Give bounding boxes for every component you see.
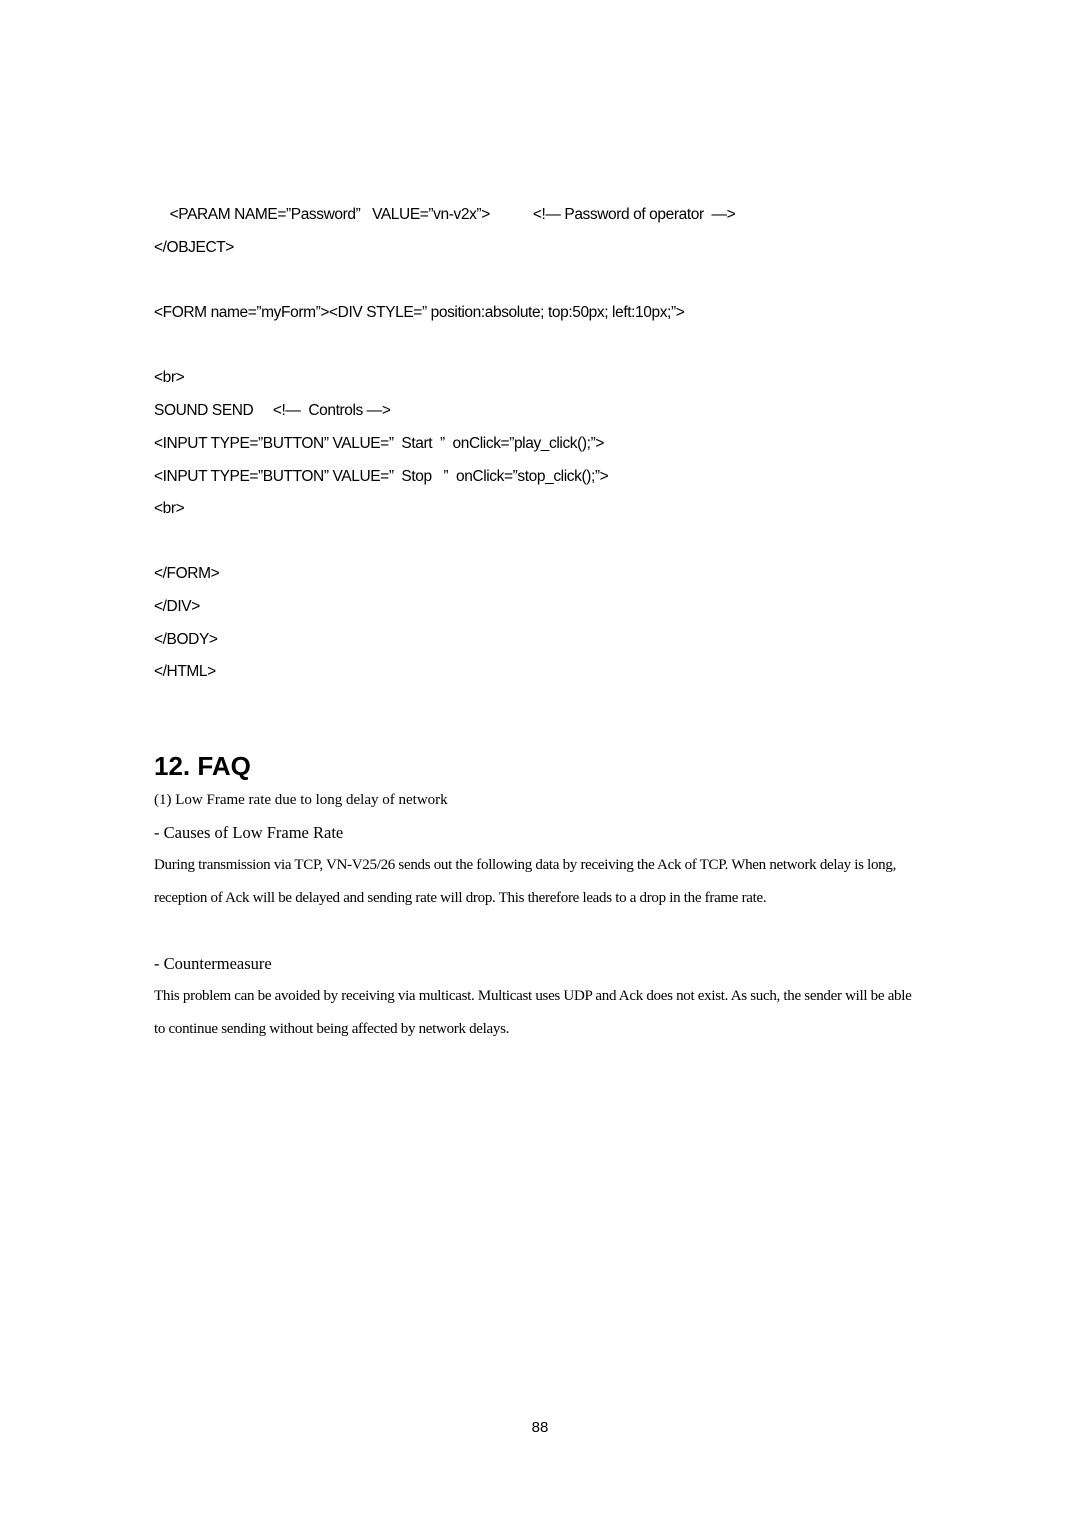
code-line-body-close: </BODY> bbox=[154, 631, 218, 648]
faq-item-title: (1) Low Frame rate due to long delay of … bbox=[154, 792, 448, 808]
code-line-sound-send: SOUND SEND <!— Controls —> bbox=[154, 402, 391, 419]
countermeasure-paragraph: This problem can be avoided by receiving… bbox=[154, 988, 912, 1037]
code-line-input-start: <INPUT TYPE=”BUTTON” VALUE=” Start ” onC… bbox=[154, 435, 604, 452]
causes-paragraph: During transmission via TCP, VN-V25/26 s… bbox=[154, 857, 897, 906]
code-line-br: <br> bbox=[154, 369, 185, 386]
code-line-html-close: </HTML> bbox=[154, 663, 216, 680]
code-line-input-stop: <INPUT TYPE=”BUTTON” VALUE=” Stop ” onCl… bbox=[154, 468, 609, 485]
section-title: 12. FAQ bbox=[154, 751, 251, 781]
code-line-object-close: </OBJECT> bbox=[154, 239, 234, 256]
countermeasure-heading: - Countermeasure bbox=[154, 954, 272, 973]
code-line-div-close: </DIV> bbox=[154, 598, 200, 615]
code-line-param-password: <PARAM NAME=”Password” VALUE=”vn-v2x”> <… bbox=[154, 206, 736, 223]
causes-heading: - Causes of Low Frame Rate bbox=[154, 823, 344, 842]
code-line-form-close: </FORM> bbox=[154, 565, 220, 582]
code-line-br: <br> bbox=[154, 500, 185, 517]
code-line-form-open: <FORM name=”myForm”><DIV STYLE=” positio… bbox=[154, 304, 685, 321]
page-number: 88 bbox=[531, 1419, 549, 1436]
